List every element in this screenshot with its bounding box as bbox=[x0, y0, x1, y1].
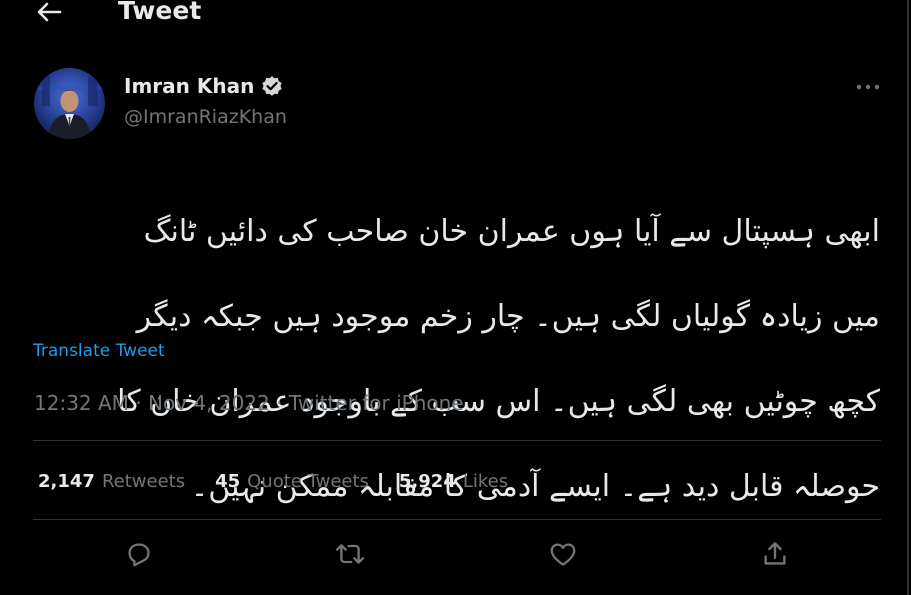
meta-separator: · bbox=[135, 391, 142, 415]
tweet-date[interactable]: Nov 4, 2022 bbox=[148, 391, 270, 415]
likes-stat[interactable]: 5,924 Likes bbox=[399, 471, 508, 492]
back-button[interactable] bbox=[34, 0, 64, 24]
quote-tweets-label: Quote Tweets bbox=[247, 471, 369, 492]
more-horizontal-icon bbox=[856, 84, 880, 90]
page-title: Tweet bbox=[118, 0, 202, 25]
likes-label: Likes bbox=[462, 471, 509, 492]
tweet-time[interactable]: 12:32 AM bbox=[34, 391, 129, 415]
share-button[interactable] bbox=[759, 538, 791, 570]
divider bbox=[33, 519, 881, 520]
author-name-row: Imran Khan bbox=[124, 74, 284, 98]
tweet-line: میں زیادہ گولیاں لگی ہیں۔ چار زخم موجود … bbox=[136, 298, 880, 334]
reply-button[interactable] bbox=[123, 538, 155, 570]
likes-count: 5,924 bbox=[398, 471, 456, 492]
retweets-stat[interactable]: 2,147 Retweets bbox=[38, 471, 185, 492]
like-button[interactable] bbox=[547, 538, 579, 570]
avatar-image bbox=[34, 68, 105, 139]
share-icon bbox=[764, 542, 786, 565]
author-name[interactable]: Imran Khan bbox=[124, 74, 254, 98]
quote-tweets-count: 45 bbox=[215, 471, 241, 492]
verified-badge-icon bbox=[262, 76, 282, 96]
retweets-count: 2,147 bbox=[38, 471, 95, 492]
translate-tweet-link[interactable]: Translate Tweet bbox=[33, 341, 165, 361]
like-icon bbox=[550, 543, 576, 566]
more-options-button[interactable] bbox=[853, 77, 883, 97]
divider bbox=[33, 440, 881, 441]
tweet-source[interactable]: Twitter for iPhone bbox=[289, 391, 464, 415]
quote-tweets-stat[interactable]: 45 Quote Tweets bbox=[215, 471, 369, 492]
tweet-line: ابھی ہسپتال سے آیا ہوں عمران خان صاحب کی… bbox=[143, 213, 880, 249]
retweets-label: Retweets bbox=[101, 471, 186, 492]
tweet-meta: 12:32 AM · Nov 4, 2022 · Twitter for iPh… bbox=[34, 391, 464, 415]
header: Tweet bbox=[0, 0, 907, 30]
avatar[interactable] bbox=[34, 68, 105, 139]
reply-icon bbox=[128, 543, 150, 567]
author-handle[interactable]: @ImranRiazKhan bbox=[124, 106, 287, 128]
retweet-button[interactable] bbox=[334, 538, 366, 570]
meta-separator: · bbox=[276, 391, 283, 415]
retweet-icon bbox=[335, 544, 365, 564]
tweet-stats: 2,147 Retweets 45 Quote Tweets 5,924 Likes bbox=[38, 471, 508, 492]
tweet-page: Tweet Imran Khan @ImranRiazKhan ابھی ہسپ… bbox=[0, 0, 909, 595]
arrow-left-icon bbox=[37, 2, 62, 22]
